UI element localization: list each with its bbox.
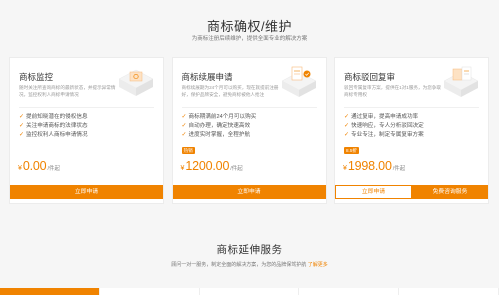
- price-unit: /件起: [47, 166, 60, 172]
- trademark-maintenance-section: 商标确权/维护 为商标注册后续维护，提供全面专业的解决方案 商标监控 随时关注所…: [0, 0, 499, 230]
- free-consult-button[interactable]: 免费咨询服务: [412, 185, 488, 199]
- feature-item: ✓ 进度实时掌握，全程护航: [181, 132, 251, 138]
- extension-subtitle: 顾问一对一服务，制定全面的解决方案，为您的品牌保驾护航 了解更多: [171, 262, 328, 268]
- card-title: 商标监控: [19, 72, 54, 82]
- card-divider: [344, 107, 479, 108]
- card-title: 商标驳回复审: [344, 72, 396, 82]
- apply-now-button[interactable]: 立即申请: [335, 185, 412, 199]
- extension-services-section: 商标延伸服务 顾问一对一服务，制定全面的解决方案，为您的品牌保驾护航 了解更多: [0, 230, 499, 295]
- card-divider: [181, 107, 317, 108]
- feature-item: ✓ 自动办理，确定快速高效: [181, 123, 251, 129]
- currency-symbol: ¥: [18, 165, 22, 172]
- price-amount: 1200.00: [185, 159, 230, 173]
- price-amount: 0.00: [22, 159, 47, 173]
- extension-tab[interactable]: [199, 288, 300, 295]
- extension-tab[interactable]: [299, 288, 400, 295]
- extension-tab[interactable]: [399, 288, 499, 295]
- renewal-illustration-icon: [280, 66, 317, 97]
- service-card-review: 商标驳回复审 驳回专属复审方案，提供在1对1服务，为您争取商标专用权 ✓ 通过复审…: [334, 57, 489, 204]
- card-description: 驳回专属复审方案，提供在1对1服务，为您争取商标专用权: [344, 85, 441, 97]
- monitor-illustration-icon: [118, 69, 154, 96]
- card-title: 商标续展申请: [181, 72, 233, 82]
- apply-now-button[interactable]: 立即申请: [172, 185, 326, 199]
- price-unit: /件起: [392, 166, 406, 172]
- feature-item: ✓ 商标期满前24个月可以购买: [181, 114, 257, 120]
- discount-badge: 8.5折: [344, 147, 359, 154]
- card-divider: [19, 107, 154, 108]
- price-unit: /件起: [230, 166, 243, 172]
- feature-list: ✓ 通过复审，提高申请成功率 ✓ 快速响应，专人分析驳回决定 ✓ 专业专注，制定专属复…: [344, 113, 424, 140]
- card-description: 商标续展期为24个月可以购买，现在就提前注册好，保护品牌安全，避免商标被他人抢注: [181, 85, 279, 97]
- review-illustration-icon: [443, 66, 479, 97]
- section-title: 商标确权/维护: [206, 19, 293, 34]
- hot-badge: 热销: [181, 147, 195, 154]
- extension-tabs: [0, 288, 499, 295]
- feature-list: ✓ 商标期满前24个月可以购买 ✓ 自动办理，确定快速高效 ✓ 进度实时掌握，全程护航: [182, 113, 257, 140]
- feature-item: ✓ 提前知晓潜在的侵权信息: [19, 114, 88, 120]
- service-cards: 商标监控 随时关注所查询商标的最新状态，并提示异常情况，监控权利人商标申请情况 …: [9, 57, 489, 204]
- check-icon: ✓: [344, 123, 350, 129]
- price: ¥ 1200.00 /件起: [181, 159, 243, 173]
- feature-item: ✓ 关注申请商标的法律状态: [19, 123, 88, 129]
- price: ¥ 0.00 /件起: [18, 159, 60, 173]
- check-icon: ✓: [344, 114, 350, 120]
- extension-title: 商标延伸服务: [216, 244, 283, 256]
- feature-item: ✓ 快速响应，专人分析驳回决定: [344, 123, 424, 129]
- currency-symbol: ¥: [180, 165, 185, 172]
- feature-item: ✓ 通过复审，提高申请成功率: [344, 114, 419, 120]
- extension-tab[interactable]: [99, 288, 200, 295]
- service-card-monitor: 商标监控 随时关注所查询商标的最新状态，并提示异常情况，监控权利人商标申请情况 …: [9, 57, 164, 204]
- check-icon: ✓: [19, 114, 25, 120]
- check-icon: ✓: [19, 132, 25, 138]
- price-amount: 1998.00: [347, 159, 392, 173]
- service-card-renewal: 商标续展申请 商标续展期为24个月可以购买，现在就提前注册好，保护品牌安全，避免…: [171, 57, 327, 204]
- apply-now-button[interactable]: 立即申请: [10, 185, 163, 199]
- check-icon: ✓: [19, 123, 25, 129]
- check-icon: ✓: [181, 123, 187, 129]
- check-icon: ✓: [181, 132, 187, 138]
- price: ¥ 1998.00 /件起: [343, 159, 405, 173]
- feature-item: ✓ 监控权利人商标申请情况: [19, 132, 88, 138]
- learn-more-link[interactable]: 了解更多: [308, 262, 328, 268]
- section-subtitle: 为商标注册后续维护，提供全面专业的解决方案: [191, 36, 308, 42]
- feature-item: ✓ 专业专注，制定专属复审方案: [344, 132, 424, 138]
- card-description: 随时关注所查询商标的最新状态，并提示异常情况，监控权利人商标申请情况: [19, 85, 116, 97]
- check-icon: ✓: [344, 132, 350, 138]
- check-icon: ✓: [181, 114, 187, 120]
- currency-symbol: ¥: [343, 165, 347, 172]
- extension-tab[interactable]: [0, 288, 100, 295]
- feature-list: ✓ 提前知晓潜在的侵权信息 ✓ 关注申请商标的法律状态 ✓ 监控权利人商标申请情况: [19, 113, 88, 140]
